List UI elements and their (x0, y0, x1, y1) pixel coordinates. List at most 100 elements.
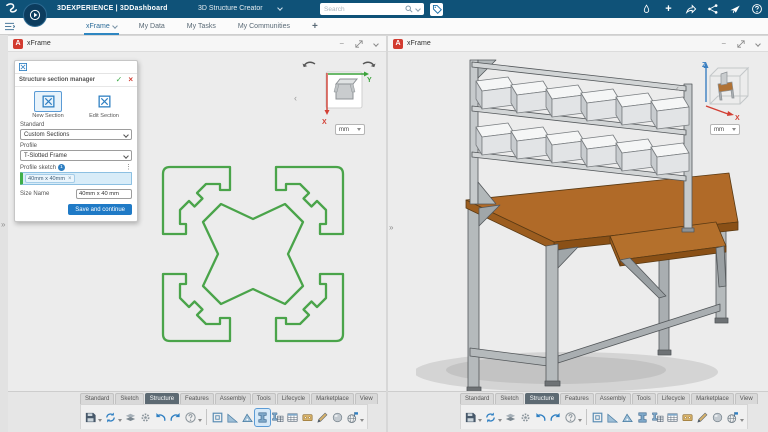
tools-dropdown-caret[interactable] (360, 419, 364, 422)
publish-tool-icon[interactable] (345, 409, 360, 426)
share-button[interactable] (684, 3, 697, 16)
collapse-widget-chevron[interactable]: ‹ (294, 94, 297, 103)
ribbon-tab-view[interactable]: View (355, 393, 378, 404)
help-tool-icon[interactable] (183, 409, 198, 426)
confirm-check-icon[interactable]: ✓ (116, 76, 123, 84)
frame-tool-icon[interactable] (590, 409, 605, 426)
save-icon[interactable] (463, 409, 478, 426)
chip-remove-icon[interactable]: × (68, 176, 72, 182)
expand-icon[interactable] (355, 40, 363, 48)
ribbon-tab-sketch[interactable]: Sketch (495, 393, 523, 404)
help-dropdown-caret[interactable] (578, 419, 582, 422)
save-icon[interactable] (83, 409, 98, 426)
tag-button[interactable] (430, 3, 443, 16)
help-button[interactable] (750, 3, 763, 16)
publish-tool-icon[interactable] (725, 409, 740, 426)
ribbon-tab-lifecycle[interactable]: Lifecycle (657, 393, 690, 404)
add-tab-button[interactable]: + (312, 21, 318, 32)
minimize-button[interactable]: − (339, 40, 344, 48)
gusset-tool-icon[interactable] (240, 409, 255, 426)
ribbon-tab-view[interactable]: View (735, 393, 758, 404)
search-input[interactable] (324, 6, 402, 13)
engrave-tool-icon[interactable] (315, 409, 330, 426)
standard-select[interactable]: Custom Sections (20, 129, 132, 140)
section-manager-tool-icon[interactable] (650, 409, 665, 426)
sketch-viewport[interactable]: Y X ‹ mm Structure section manager ✓ × (8, 52, 386, 391)
update-icon[interactable] (103, 409, 118, 426)
size-name-input[interactable] (76, 189, 132, 199)
ribbon-tab-assembly[interactable]: Assembly (215, 393, 251, 404)
tools-dropdown-caret[interactable] (740, 419, 744, 422)
base-plate-tool-icon[interactable] (680, 409, 695, 426)
sections-icon[interactable] (123, 409, 138, 426)
profile-sketch-field[interactable]: 40mm x 40mm × (20, 172, 132, 185)
help-dropdown-caret[interactable] (198, 419, 202, 422)
units-dropdown[interactable]: mm (335, 124, 365, 135)
search-options-caret[interactable] (415, 6, 421, 12)
save-dropdown-caret[interactable] (98, 419, 102, 422)
dialog-title-bar[interactable]: Structure section manager ✓ × (15, 74, 137, 87)
beam-section-tool-icon[interactable] (255, 409, 270, 426)
tab-my-communities[interactable]: My Communities (238, 23, 290, 30)
panel-menu-caret[interactable] (755, 41, 761, 47)
sections-icon[interactable] (503, 409, 518, 426)
tab-xframe[interactable]: xFrame (86, 23, 117, 30)
update-icon[interactable] (483, 409, 498, 426)
help-tool-icon[interactable] (563, 409, 578, 426)
ribbon-tab-tools[interactable]: Tools (252, 393, 276, 404)
ribbon-tab-standard[interactable]: Standard (80, 393, 114, 404)
base-plate-tool-icon[interactable] (300, 409, 315, 426)
kebab-menu-icon[interactable]: ⋮ (125, 164, 132, 171)
minimize-button[interactable]: − (721, 40, 726, 48)
section-table-tool-icon[interactable] (665, 409, 680, 426)
panel-menu-caret[interactable] (373, 41, 379, 47)
engrave-tool-icon[interactable] (695, 409, 710, 426)
ribbon-tab-sketch[interactable]: Sketch (115, 393, 143, 404)
section-tool-icon[interactable] (18, 62, 28, 72)
ribbon-tab-features[interactable]: Features (560, 393, 594, 404)
cancel-x-icon[interactable]: × (128, 76, 133, 84)
ribbon-tab-assembly[interactable]: Assembly (595, 393, 631, 404)
update-dropdown-caret[interactable] (118, 419, 122, 422)
menu-icon[interactable] (4, 22, 15, 31)
tslot-profile-sketch[interactable] (158, 162, 348, 346)
sketch-chip[interactable]: 40mm x 40mm × (25, 174, 75, 183)
view-cube[interactable]: Y X (312, 68, 374, 126)
ribbon-tab-marketplace[interactable]: Marketplace (311, 393, 354, 404)
new-section-button[interactable]: New Section (24, 91, 72, 119)
panel-tool-icon[interactable] (225, 409, 240, 426)
search-icon[interactable] (405, 5, 413, 13)
units-dropdown[interactable]: mm (710, 124, 740, 135)
section-table-tool-icon[interactable] (285, 409, 300, 426)
collapse-widget-chevron[interactable]: ‹ (676, 84, 679, 93)
ribbon-tab-lifecycle[interactable]: Lifecycle (277, 393, 310, 404)
undo-icon[interactable] (153, 409, 168, 426)
app-switcher-caret[interactable] (277, 5, 283, 11)
gusset-tool-icon[interactable] (620, 409, 635, 426)
tab-my-data[interactable]: My Data (139, 23, 165, 30)
expand-panel-chevron[interactable]: » (389, 224, 393, 232)
update-dropdown-caret[interactable] (498, 419, 502, 422)
beam-section-tool-icon[interactable] (635, 409, 650, 426)
redo-icon[interactable] (548, 409, 563, 426)
ribbon-tab-standard[interactable]: Standard (460, 393, 494, 404)
profile-select[interactable]: T-Slotted Frame (20, 150, 132, 161)
tab-caret-icon[interactable] (112, 23, 118, 29)
add-button[interactable]: + (662, 3, 675, 16)
ribbon-tab-features[interactable]: Features (180, 393, 214, 404)
redo-icon[interactable] (168, 409, 183, 426)
network-button[interactable] (706, 3, 719, 16)
sphere-tool-icon[interactable] (710, 409, 725, 426)
ribbon-tab-structure[interactable]: Structure (525, 393, 559, 404)
tab-my-tasks[interactable]: My Tasks (187, 23, 216, 30)
compass-logo[interactable] (23, 3, 47, 27)
model-viewport[interactable]: » (388, 52, 768, 391)
save-and-continue-button[interactable]: Save and continue (68, 204, 132, 215)
panel-tool-icon[interactable] (605, 409, 620, 426)
settings-icon[interactable] (138, 409, 153, 426)
expand-icon[interactable] (737, 40, 745, 48)
ribbon-tab-structure[interactable]: Structure (145, 393, 179, 404)
pen-button[interactable] (640, 3, 653, 16)
sphere-tool-icon[interactable] (330, 409, 345, 426)
section-manager-tool-icon[interactable] (270, 409, 285, 426)
